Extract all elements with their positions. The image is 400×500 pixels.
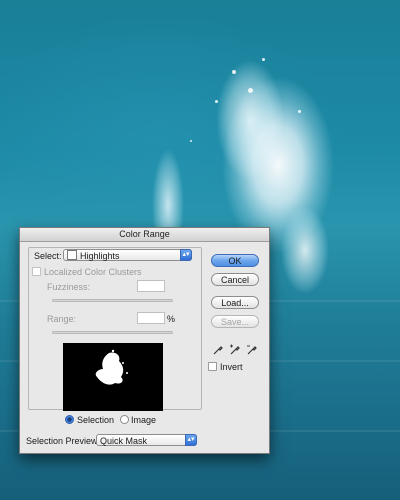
range-label: Range: xyxy=(47,314,77,324)
select-dropdown[interactable]: Highlights ▴▾ xyxy=(63,249,192,261)
eyedropper-minus-icon[interactable] xyxy=(246,344,258,356)
chevron-updown-icon: ▴▾ xyxy=(185,434,197,446)
image-radio-label: Image xyxy=(131,415,157,425)
invert-checkbox[interactable] xyxy=(208,362,217,371)
selection-radio-label: Selection xyxy=(77,415,115,425)
selection-radio[interactable] xyxy=(65,415,74,424)
image-radio[interactable] xyxy=(120,415,129,424)
select-label: Select: xyxy=(34,251,62,261)
localized-clusters-checkbox[interactable] xyxy=(32,267,41,276)
fuzziness-field[interactable] xyxy=(137,280,165,292)
fuzziness-slider[interactable] xyxy=(52,299,173,302)
eyedropper-icon[interactable] xyxy=(212,344,224,356)
load-button[interactable]: Load... xyxy=(211,296,259,309)
spray-droplet xyxy=(190,140,192,142)
highlights-swatch-icon xyxy=(67,250,77,260)
selection-mask-shape xyxy=(95,349,128,385)
fuzziness-label: Fuzziness: xyxy=(47,282,91,292)
spray-droplet xyxy=(215,100,218,103)
selection-preview-label: Selection Preview: xyxy=(26,436,101,446)
spray-droplet xyxy=(232,70,236,74)
range-slider[interactable] xyxy=(52,331,173,334)
range-unit: % xyxy=(167,314,176,324)
invert-label: Invert xyxy=(220,362,243,372)
eyedropper-plus-icon[interactable] xyxy=(229,344,241,356)
spray-droplet xyxy=(262,58,265,61)
range-field[interactable] xyxy=(137,312,165,324)
localized-clusters-label: Localized Color Clusters xyxy=(44,267,142,277)
save-button[interactable]: Save... xyxy=(211,315,259,328)
select-value: Highlights xyxy=(80,251,120,261)
spray-droplet xyxy=(248,88,253,93)
ok-button[interactable]: OK xyxy=(211,254,259,267)
dialog-title: Color Range xyxy=(20,228,269,242)
selection-preview-value: Quick Mask xyxy=(100,436,148,446)
selection-preview-image xyxy=(63,343,163,411)
cancel-button[interactable]: Cancel xyxy=(211,273,259,286)
chevron-updown-icon: ▴▾ xyxy=(180,249,192,261)
selection-preview-dropdown[interactable]: Quick Mask ▴▾ xyxy=(96,434,197,446)
spray-droplet xyxy=(298,110,301,113)
color-range-dialog: Color Range Select: Highlights ▴▾ Locali… xyxy=(19,227,270,454)
